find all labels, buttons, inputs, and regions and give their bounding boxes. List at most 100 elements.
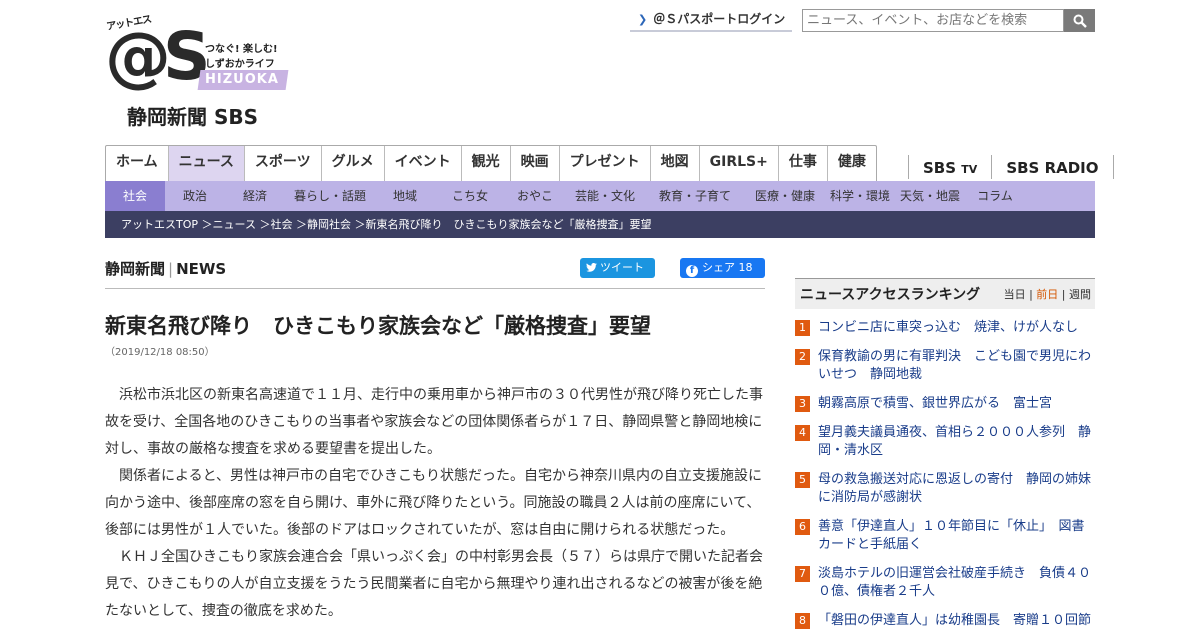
facebook-share-button[interactable]: f シェア 18 [680, 258, 765, 278]
sub-nav-item[interactable]: 科学・環境 [825, 181, 895, 211]
main-nav-item[interactable]: 地図 [651, 146, 700, 181]
sbs-tv-suffix: TV [961, 163, 978, 176]
ranking-item[interactable]: 6 善意「伊達直人」１０年節目に「休止」 図書カードと手紙届く [795, 518, 1095, 554]
ranking-item-title[interactable]: 「磐田の伊達直人」は幼稚園長 寄贈１０回節目 [818, 612, 1095, 630]
article-header-row: 静岡新聞 | NEWS ツイート f シェア 18 [105, 255, 765, 289]
sub-nav-item[interactable]: 暮らし・話題 [285, 181, 375, 211]
sub-nav-item[interactable]: 政治 [165, 181, 225, 211]
brand-separator: | [168, 260, 174, 278]
ranking-tab[interactable]: 当日 [1004, 288, 1026, 301]
main-nav-item[interactable]: イベント [385, 146, 462, 181]
ranking-item-title[interactable]: 保育教諭の男に有罪判決 こども園で男児にわいせつ 静岡地裁 [818, 348, 1095, 384]
ranking-item-title[interactable]: 善意「伊達直人」１０年節目に「休止」 図書カードと手紙届く [818, 518, 1095, 554]
ranking-item-title[interactable]: 朝霧高原で積雪、銀世界広がる 富士宮 [818, 395, 1052, 413]
sub-nav-item[interactable]: コラム [965, 181, 1025, 211]
main-nav-item[interactable]: プレゼント [560, 146, 651, 181]
logo-newspaper: 静岡新聞 SBS [127, 105, 259, 129]
main-navigation: ホーム ニュース スポーツ グルメ イベント 観光 映画 プレゼント 地図 GIRLS+ 仕事 健康 [105, 145, 877, 181]
main-nav-item[interactable]: 仕事 [779, 146, 828, 181]
sub-nav-item[interactable]: 地域 [375, 181, 435, 211]
ranking-header: ニュースアクセスランキング 当日 | 前日 | 週間 [795, 278, 1095, 309]
sbs-tv-link[interactable]: SBS TV [908, 155, 991, 179]
article-paragraph: 浜松市浜北区の新東名高速道で１１月、走行中の乗用車から神戸市の３０代男性が飛び降… [105, 387, 763, 457]
passport-login-link[interactable]: ❯ ＠Ｓパスポートログイン [630, 9, 792, 32]
ranking-tabs: 当日 | 前日 | 週間 [1004, 286, 1091, 302]
search-bar [802, 9, 1095, 32]
ranking-list: 1 コンビニ店に車突っ込む 焼津、けが人なし 2 保育教諭の男に有罪判決 こども園で男… [795, 319, 1095, 630]
ranking-item[interactable]: 1 コンビニ店に車突っ込む 焼津、けが人なし [795, 319, 1095, 337]
ranking-item-title[interactable]: 淡島ホテルの旧運営会社破産手続き 負債４００億、債権者２千人 [818, 565, 1095, 601]
rank-number: 6 [795, 519, 810, 535]
sub-nav-item[interactable]: 教育・子育て [645, 181, 745, 211]
sub-nav-item[interactable]: 社会 [105, 181, 165, 211]
rank-number: 4 [795, 425, 810, 441]
logo-mark: @S [105, 18, 211, 95]
sub-nav-item[interactable]: 天気・地震 [895, 181, 965, 211]
tweet-button[interactable]: ツイート [580, 258, 655, 278]
ranking-item[interactable]: 5 母の救急搬送対応に恩返しの寄付 静岡の姉妹に消防局が感謝状 [795, 471, 1095, 507]
share-label: シェア [702, 261, 735, 274]
main-nav-item[interactable]: GIRLS+ [700, 146, 779, 181]
sub-nav-item[interactable]: 経済 [225, 181, 285, 211]
passport-login-label: ＠Ｓパスポートログイン [653, 12, 786, 26]
category-navigation: 社会 政治 経済 暮らし・話題 地域 こち女 おやこ 芸能・文化 教育・子育て 医療・健康 科学・環… [105, 181, 1095, 211]
shizuoka-news-brand[interactable]: 静岡新聞 | NEWS [105, 258, 226, 279]
tab-separator: | [1058, 288, 1069, 301]
main-nav-item[interactable]: 健康 [828, 146, 876, 181]
brand-news: NEWS [176, 260, 227, 278]
rank-number: 3 [795, 396, 810, 412]
search-input[interactable] [802, 9, 1064, 32]
sub-nav-item[interactable]: 芸能・文化 [565, 181, 645, 211]
article-date: （2019/12/18 08:50） [105, 347, 215, 358]
ranking-item-title[interactable]: 母の救急搬送対応に恩返しの寄付 静岡の姉妹に消防局が感謝状 [818, 471, 1095, 507]
ranking-title: ニュースアクセスランキング [800, 287, 981, 303]
rank-number: 7 [795, 566, 810, 582]
rank-number: 8 [795, 613, 810, 629]
rank-number: 5 [795, 472, 810, 488]
ranking-item[interactable]: 2 保育教諭の男に有罪判決 こども園で男児にわいせつ 静岡地裁 [795, 348, 1095, 384]
main-nav-item[interactable]: ホーム [106, 146, 169, 181]
main-nav-item[interactable]: 観光 [462, 146, 511, 181]
tweet-label: ツイート [600, 261, 644, 274]
ranking-item-title[interactable]: コンビニ店に車突っ込む 焼津、けが人なし [818, 319, 1078, 337]
twitter-bird-icon [586, 262, 597, 272]
ranking-item[interactable]: 4 望月義夫議員通夜、首相ら２０００人参列 静岡・清水区 [795, 424, 1095, 460]
ranking-item[interactable]: 7 淡島ホテルの旧運営会社破産手続き 負債４００億、債権者２千人 [795, 565, 1095, 601]
search-button[interactable] [1064, 9, 1095, 32]
share-count: 18 [738, 261, 753, 274]
ranking-tab[interactable]: 前日 [1036, 288, 1058, 301]
logo-catchphrase-1: つなぐ! 楽しむ! [205, 44, 278, 55]
article-title: 新東名飛び降り ひきこもり家族会など「厳格捜査」要望 [105, 314, 651, 338]
tab-separator: | [1025, 288, 1037, 301]
article-paragraph: 関係者によると、男性は神戸市の自宅でひきこもり状態だった。自宅から神奈川県内の自… [105, 468, 763, 538]
ranking-tab[interactable]: 週間 [1069, 288, 1091, 301]
main-nav-item[interactable]: スポーツ [245, 146, 322, 181]
sbs-tv-label: SBS [923, 159, 957, 177]
site-logo[interactable]: アットエス @S つなぐ! 楽しむ! しずおかライフ HIZUOKA 静岡新聞 … [105, 14, 295, 129]
sub-nav-item[interactable]: こち女 [435, 181, 505, 211]
chevron-right-icon: ❯ [638, 13, 648, 26]
article-body: 浜松市浜北区の新東名高速道で１１月、走行中の乗用車から神戸市の３０代男性が飛び降… [105, 382, 765, 625]
sub-nav-item[interactable]: 医療・健康 [745, 181, 825, 211]
article: 静岡新聞 | NEWS ツイート f シェア 18 新東名飛び降り ひきこもり家族会な… [105, 255, 765, 625]
sbs-radio-link[interactable]: SBS RADIO [991, 155, 1114, 179]
facebook-icon: f [686, 265, 698, 277]
sub-nav-item[interactable]: おやこ [505, 181, 565, 211]
logo-hizuoka: HIZUOKA [205, 72, 279, 87]
ranking-item-title[interactable]: 望月義夫議員通夜、首相ら２０００人参列 静岡・清水区 [818, 424, 1095, 460]
logo-catchphrase-2: しずおかライフ [205, 59, 275, 70]
main-nav-item[interactable]: ニュース [168, 146, 245, 181]
ranking-item[interactable]: 8 「磐田の伊達直人」は幼稚園長 寄贈１０回節目 [795, 612, 1095, 630]
article-paragraph: ＫＨＪ全国ひきこもり家族会連合会「県いっぷく会」の中村彰男会長（５７）らは県庁で… [105, 549, 763, 619]
media-links: SBS TV SBS RADIO [908, 155, 1114, 179]
rank-number: 1 [795, 320, 810, 336]
main-nav-item[interactable]: グルメ [322, 146, 385, 181]
access-ranking: ニュースアクセスランキング 当日 | 前日 | 週間 1 コンビニ店に車突っ込む … [795, 278, 1095, 630]
sbs-radio-label: SBS RADIO [1006, 159, 1099, 177]
brand-paper: 静岡新聞 [105, 260, 166, 278]
main-nav-item[interactable]: 映画 [511, 146, 560, 181]
search-icon [1073, 14, 1087, 28]
rank-number: 2 [795, 349, 810, 365]
ranking-item[interactable]: 3 朝霧高原で積雪、銀世界広がる 富士宮 [795, 395, 1095, 413]
breadcrumb[interactable]: アットエスTOP ＞ニュース ＞社会 ＞静岡社会 ＞新東名飛び降り ひきこもり家… [105, 211, 1095, 238]
